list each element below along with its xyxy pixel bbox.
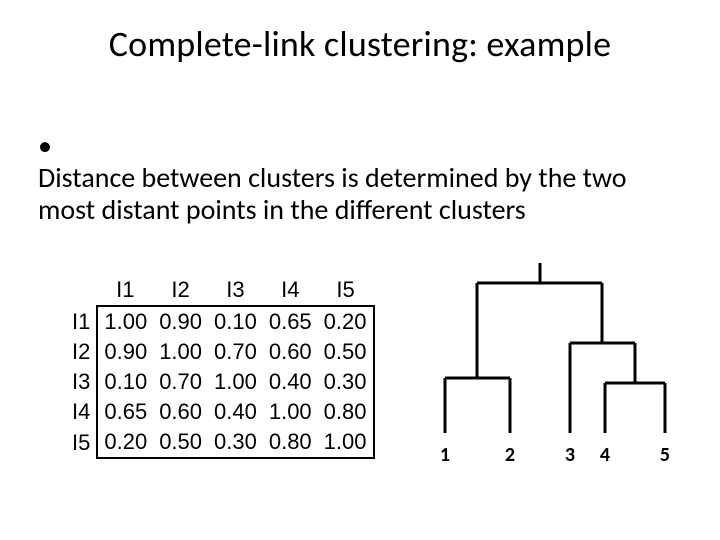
slide: Complete-link clustering: example • Dist…	[0, 0, 720, 540]
leaf-label: 3	[565, 443, 575, 467]
matrix-cell: 0.10	[97, 367, 153, 397]
matrix-col-header: I5	[318, 275, 374, 306]
matrix-cell: 0.60	[263, 337, 318, 367]
matrix-cell: 0.65	[263, 306, 318, 337]
matrix-cell: 1.00	[208, 367, 263, 397]
matrix-col-header: I3	[208, 275, 263, 306]
matrix-cell: 1.00	[318, 427, 374, 458]
matrix-row: I5 0.20 0.50 0.30 0.80 1.00	[66, 427, 374, 458]
matrix-col-header: I2	[153, 275, 208, 306]
matrix-cell: 1.00	[153, 337, 208, 367]
matrix-cell: 0.20	[97, 427, 153, 458]
matrix-row: I2 0.90 1.00 0.70 0.60 0.50	[66, 337, 374, 367]
matrix-table: I1 I2 I3 I4 I5 I1 1.00 0.90 0.10 0.65 0.…	[66, 275, 375, 459]
leaf-label: 5	[660, 443, 670, 467]
dendrogram-svg	[420, 263, 690, 463]
matrix-cell: 0.90	[97, 337, 153, 367]
matrix-cell: 0.50	[153, 427, 208, 458]
matrix-cell: 0.50	[318, 337, 374, 367]
leaf-label: 2	[505, 443, 515, 467]
matrix-row-label: I1	[66, 306, 97, 337]
matrix-cell: 0.60	[153, 397, 208, 427]
leaf-label: 4	[600, 443, 610, 467]
matrix-cell: 0.80	[263, 427, 318, 458]
matrix-cell: 0.70	[208, 337, 263, 367]
similarity-matrix: I1 I2 I3 I4 I5 I1 1.00 0.90 0.10 0.65 0.…	[66, 275, 375, 459]
matrix-row: I1 1.00 0.90 0.10 0.65 0.20	[66, 306, 374, 337]
leaf-label: 1	[440, 443, 450, 467]
matrix-cell: 0.10	[208, 306, 263, 337]
matrix-row: I3 0.10 0.70 1.00 0.40 0.30	[66, 367, 374, 397]
bullet-text: Distance between clusters is determined …	[38, 162, 658, 226]
matrix-row: I4 0.65 0.60 0.40 1.00 0.80	[66, 397, 374, 427]
matrix-row-label: I4	[66, 397, 97, 427]
matrix-row-label: I3	[66, 367, 97, 397]
matrix-cell: 0.80	[318, 397, 374, 427]
matrix-row-label: I2	[66, 337, 97, 367]
matrix-cell: 0.65	[97, 397, 153, 427]
matrix-row-label: I5	[66, 427, 97, 458]
matrix-cell: 0.70	[153, 367, 208, 397]
dendrogram: 1 2 3 4 5	[420, 263, 690, 473]
slide-title: Complete-link clustering: example	[0, 22, 720, 66]
matrix-cell: 0.30	[208, 427, 263, 458]
matrix-col-header: I4	[263, 275, 318, 306]
matrix-cell: 1.00	[97, 306, 153, 337]
bullet-item: • Distance between clusters is determine…	[38, 130, 680, 227]
matrix-col-header: I1	[97, 275, 153, 306]
matrix-cell: 0.40	[263, 367, 318, 397]
matrix-cell: 1.00	[263, 397, 318, 427]
bullet-dot: •	[38, 130, 56, 162]
matrix-cell: 0.90	[153, 306, 208, 337]
matrix-header-row: I1 I2 I3 I4 I5	[66, 275, 374, 306]
matrix-cell: 0.40	[208, 397, 263, 427]
matrix-cell: 0.30	[318, 367, 374, 397]
matrix-cell: 0.20	[318, 306, 374, 337]
